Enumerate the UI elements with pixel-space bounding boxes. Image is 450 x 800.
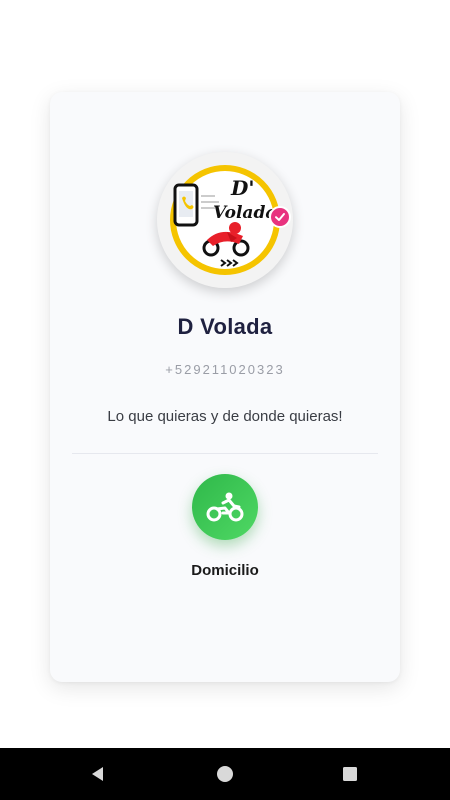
svg-text:D': D' (230, 176, 254, 200)
avatar-container[interactable]: D' Volada (157, 152, 293, 288)
screen: D' Volada D Volada +529211020323 Lo que … (0, 0, 450, 800)
system-navigation-bar (0, 748, 450, 800)
service-label: Domicilio (191, 562, 259, 579)
divider (72, 453, 378, 454)
logo-text: Volada (213, 203, 276, 223)
back-triangle-icon[interactable] (88, 764, 108, 784)
recents-square-icon[interactable] (340, 764, 360, 784)
business-description: Lo que quieras y de donde quieras! (107, 408, 343, 425)
service-domicilio-button[interactable]: Domicilio (175, 474, 275, 584)
business-name: D Volada (177, 314, 273, 339)
business-card: D' Volada D Volada +529211020323 Lo que … (50, 92, 400, 682)
verified-badge-icon (269, 206, 291, 228)
home-circle-icon[interactable] (215, 764, 235, 784)
motorcycle-icon (206, 492, 244, 522)
business-phone[interactable]: +529211020323 (50, 362, 400, 377)
service-icon-circle[interactable] (192, 474, 258, 540)
